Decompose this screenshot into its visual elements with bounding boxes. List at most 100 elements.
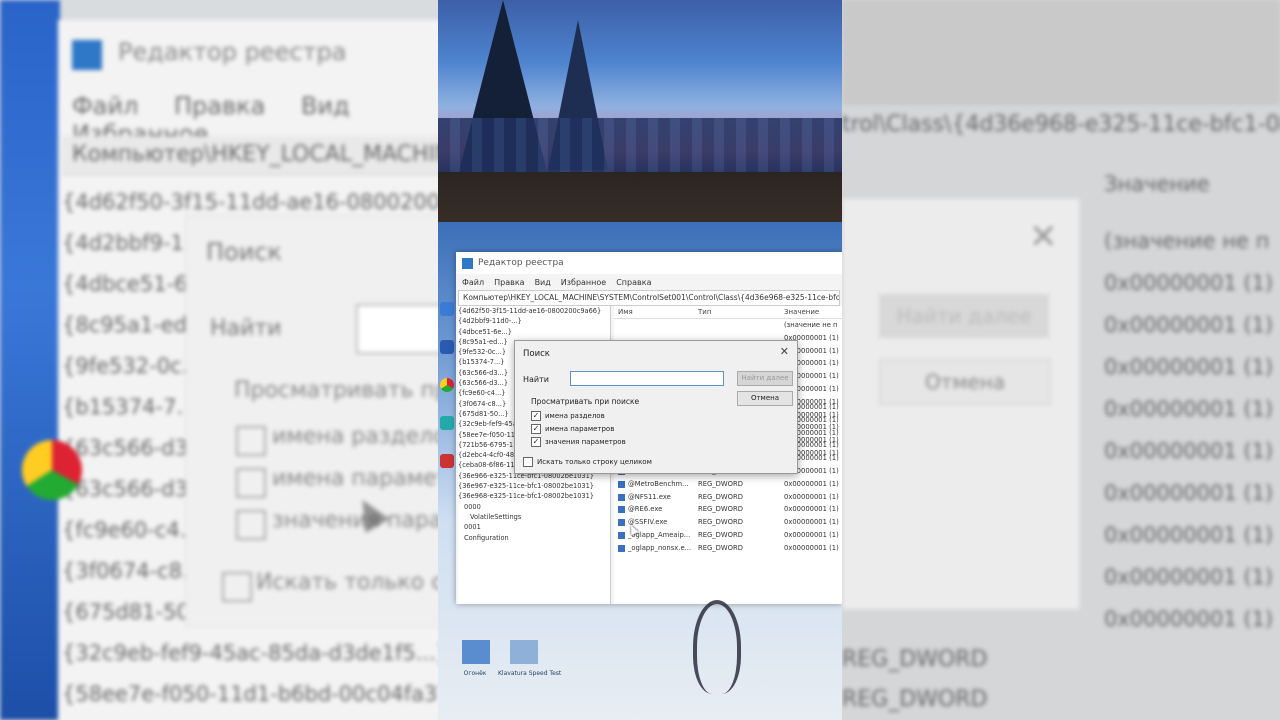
desktop-icon-strip	[440, 302, 456, 632]
tree-item-zoom: {32c9eb-fef9-45ac-85da-d3de1f5...}	[62, 641, 438, 665]
desktop-icon[interactable]	[440, 454, 454, 468]
regedit-window: Редактор реестра Файл Правка Вид Избранн…	[456, 252, 842, 604]
cell-type: REG_DWORD	[698, 531, 743, 539]
tree-item[interactable]: {4d2bbf9-11d0-...}	[458, 316, 610, 326]
table-row[interactable]: @NFS11.exe REG_DWORD 0x00000001 (1)	[614, 492, 842, 504]
table-row[interactable]: @MetroBenchm... REG_DWORD 0x00000001 (1)	[614, 479, 842, 491]
cell-value: 0x00000001 (1)	[784, 479, 839, 488]
table-row[interactable]: @RE6.exe REG_DWORD 0x00000001 (1)	[614, 504, 842, 516]
value-zoom: 0x00000001 (1)	[1104, 397, 1274, 421]
desktop-icon[interactable]	[440, 340, 454, 354]
menu-view-zoom: Вид	[300, 92, 350, 120]
close-icon-zoom: ✕	[1029, 217, 1058, 257]
address-bar-zoom: Компьютер\HKEY_LOCAL_MACHINE\SYSTEM\Cont…	[62, 136, 438, 175]
menu-view[interactable]: Вид	[535, 278, 551, 287]
checkbox-zoom	[236, 510, 266, 540]
tree-item[interactable]: {36e968-e325-11ce-bfc1-08002be1031}	[458, 491, 610, 501]
cell-name: _oglapp_nonsx.e...	[628, 543, 692, 552]
option-values-names[interactable]: ✓ имена параметров	[531, 424, 614, 434]
desktop-icon-label: Огонёк	[463, 670, 487, 677]
tree-item[interactable]: {4dbce51-6e...}	[458, 327, 610, 337]
table-row[interactable]: @SSFIV.exe REG_DWORD 0x00000001 (1)	[614, 517, 842, 529]
cell-value: 0x00000001 (1)	[784, 518, 839, 527]
tree-item[interactable]: 0000	[458, 502, 610, 512]
menu-file-zoom: Файл	[72, 92, 139, 120]
reg-value-icon	[618, 519, 625, 527]
find-input[interactable]	[570, 371, 724, 386]
value-zoom: 0x00000001 (1)	[1104, 523, 1274, 547]
reg-value-icon	[618, 544, 625, 552]
option-keys-label: имена разделов	[545, 412, 605, 420]
option-whole-string[interactable]: Искать только строку целиком	[523, 457, 652, 467]
cell-name: @RE6.exe	[628, 505, 663, 514]
column-type[interactable]: Тип	[698, 308, 711, 316]
monitor-photo: Редактор реестра Файл Правка Вид Избранн…	[438, 0, 842, 720]
value-zoom: 0x00000001 (1)	[1104, 355, 1274, 379]
window-title-zoom: Редактор реестра	[118, 38, 347, 66]
background-zoom-left: Редактор реестра Файл Правка Вид Избранн…	[0, 0, 438, 720]
wallpaper-top	[438, 0, 842, 178]
menu-file[interactable]: Файл	[462, 278, 484, 287]
find-next-button[interactable]: Найти далее	[737, 371, 793, 386]
checkbox-label-zoom: Искать только строку целиком	[256, 570, 438, 595]
checkbox-value-names[interactable]: ✓	[531, 424, 541, 434]
option-data[interactable]: ✓ значения параметров	[531, 437, 626, 447]
cell-name: @MetroBenchm...	[628, 479, 689, 488]
find-dialog-buttons-zoom: ✕ Найти далее Отмена	[842, 198, 1080, 610]
title-bar: Редактор реестра	[456, 252, 842, 274]
desktop-icon[interactable]	[440, 416, 454, 430]
tree-item[interactable]: VolatileSettings	[458, 512, 610, 522]
column-name[interactable]: Имя	[618, 308, 633, 316]
screen: Редактор реестра Файл Правка Вид Избранн…	[438, 222, 842, 720]
cell-type: REG_DWORD	[698, 518, 743, 527]
address-bar[interactable]: Компьютер\HKEY_LOCAL_MACHINE\SYSTEM\Cont…	[458, 290, 840, 306]
desktop-shortcut-icon[interactable]	[462, 640, 490, 664]
address-tail-zoom: trol\Class\{4d36e968-e325-11ce-bfc1-0800…	[842, 112, 1280, 137]
top-area-zoom	[842, 0, 1280, 105]
checkbox-data[interactable]: ✓	[531, 437, 541, 447]
table-row[interactable]: _oglapp_Ameaip... REG_DWORD 0x00000001 (1)	[614, 530, 842, 542]
look-at-label: Просматривать при поиске	[531, 397, 640, 406]
find-input-zoom	[356, 304, 438, 354]
type-zoom: REG_DWORD	[842, 647, 988, 672]
type-zoom: REG_DWORD	[842, 687, 988, 712]
regedit-icon	[72, 40, 102, 70]
monitor-reflection	[693, 600, 741, 694]
value-zoom: 0x00000001 (1)	[1104, 439, 1274, 463]
close-icon[interactable]: ✕	[780, 345, 789, 358]
value-zoom: 0x00000001 (1)	[1104, 565, 1274, 589]
find-dialog: Поиск ✕ Найти Найти далее Отмена Просмат…	[514, 340, 798, 536]
cell-type: REG_DWORD	[698, 543, 743, 552]
desktop-icon[interactable]	[440, 302, 454, 316]
checkbox-keys[interactable]: ✓	[531, 411, 541, 421]
tree-item[interactable]: {4d62f50-3f15-11dd-ae16-0800200c9a66}	[458, 306, 610, 316]
cell-type: REG_DWORD	[698, 492, 743, 501]
tree-item[interactable]: 0001	[458, 522, 610, 532]
tree-item[interactable]: {36e967-e325-11ce-bfc1-08002be1031}	[458, 481, 610, 491]
checkbox-whole-string[interactable]	[523, 457, 533, 467]
find-dialog-zoom: Поиск Найти Просматривать при поиске име…	[185, 215, 438, 627]
desktop-shortcut-icon[interactable]	[510, 640, 538, 664]
cell-name: @NFS11.exe	[628, 492, 671, 501]
table-row[interactable]: (значение не п	[614, 320, 842, 332]
table-row[interactable]: _oglapp_nonsx.e... REG_DWORD 0x00000001 (1…	[614, 543, 842, 555]
menu-edit[interactable]: Правка	[494, 278, 524, 287]
find-dialog-title: Поиск	[523, 349, 550, 359]
chrome-icon[interactable]	[440, 378, 454, 392]
values-zoom: (значение не п 0x00000001 (1) 0x00000001…	[1104, 220, 1273, 640]
tree-item[interactable]: Configuration	[458, 533, 610, 543]
checkbox-zoom	[236, 426, 266, 456]
find-label: Найти	[523, 375, 549, 384]
regedit-icon	[462, 257, 473, 269]
reg-value-icon	[618, 493, 625, 501]
checkbox-label-zoom: имена параметров	[272, 466, 438, 491]
menu-favorites[interactable]: Избранное	[561, 278, 606, 287]
menu-help[interactable]: Справка	[616, 278, 651, 287]
reg-value-icon	[618, 506, 625, 514]
cancel-button[interactable]: Отмена	[737, 391, 793, 406]
checkbox-zoom	[222, 572, 252, 602]
reg-value-icon	[618, 532, 625, 539]
tree-item-zoom: {4d62f50-3f15-11dd-ae16-0800200c9a66}	[62, 190, 438, 214]
option-keys[interactable]: ✓ имена разделов	[531, 411, 605, 421]
column-value[interactable]: Значение	[784, 308, 819, 316]
